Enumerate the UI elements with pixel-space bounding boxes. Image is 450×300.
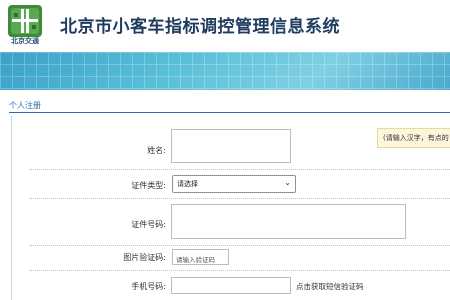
header: 北京交通 北京市小客车指标调控管理信息系统 [0, 0, 450, 52]
section-divider [9, 112, 450, 113]
id-type-label: 证件类型: [131, 181, 166, 190]
id-type-select[interactable]: 请选择 ⌄ [172, 175, 296, 193]
captcha-label: 图片验证码: [123, 253, 166, 262]
id-number-label: 证件号码: [131, 220, 166, 229]
header-banner [0, 52, 450, 90]
page-title: 北京市小客车指标调控管理信息系统 [60, 17, 340, 37]
banner-pattern [0, 52, 450, 90]
name-hint-tooltip: (请输入汉字，有点的 [377, 128, 450, 148]
row-divider [30, 198, 450, 199]
name-label: 姓名: [147, 146, 166, 155]
id-number-field[interactable] [171, 204, 406, 239]
row-divider [30, 245, 450, 246]
captcha-input[interactable]: 请输入验证码 [172, 249, 229, 265]
row-divider [30, 169, 450, 170]
logo-text: 北京交通 [11, 37, 39, 45]
chevron-down-icon: ⌄ [284, 178, 291, 187]
name-field[interactable] [171, 129, 291, 163]
phone-field[interactable] [171, 277, 291, 294]
phone-label: 手机号码: [131, 282, 166, 291]
id-type-selected-value: 请选择 [177, 180, 198, 188]
section-title: 个人注册 [9, 101, 41, 110]
row-divider [30, 270, 450, 271]
get-sms-code-link[interactable]: 点击获取短信验证码 [296, 281, 364, 292]
